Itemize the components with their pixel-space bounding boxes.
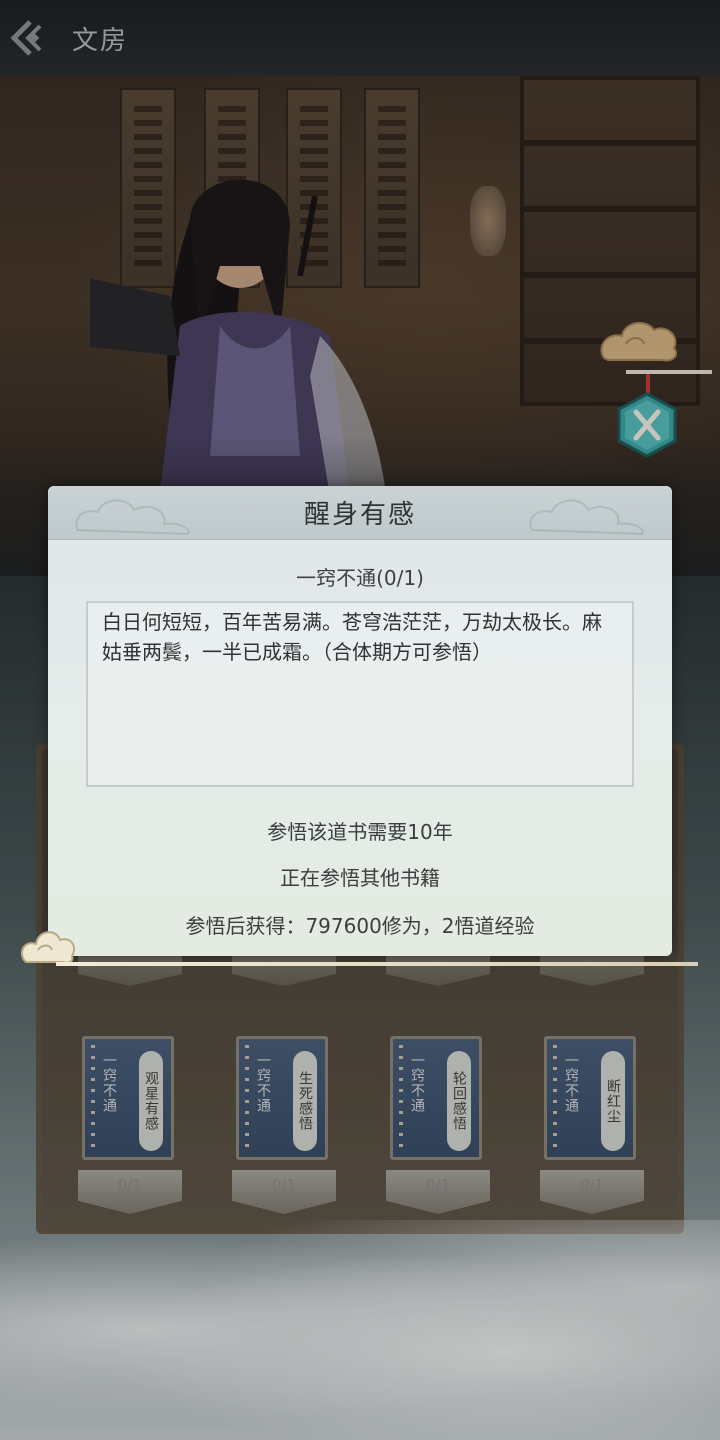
dialog-title: 醒身有感 (303, 500, 416, 530)
time-requirement: 参悟该道书需要10年 (267, 820, 453, 844)
cloud-ornament-icon (20, 931, 76, 964)
cloud-pattern-icon (529, 499, 644, 536)
cloud-pattern-icon (75, 499, 190, 536)
study-status: 正在参悟其他书籍 (280, 866, 440, 890)
book-detail-dialog: 醒身有感 一窍不通(0/1) 白日何短短，百年苦易满。苍穹浩茫茫，万劫太极长。麻… (48, 486, 672, 956)
book-name: 一窍不通(0/1) (296, 566, 424, 590)
book-description: 白日何短短，百年苦易满。苍穹浩茫茫，万劫太极长。麻姑垂两鬓，一半已成霜。（合体期… (86, 601, 634, 787)
dialog-header: 醒身有感 (48, 486, 672, 540)
reward-text: 参悟后获得：797600修为，2悟道经验 (185, 914, 535, 938)
divider-line (56, 962, 698, 966)
